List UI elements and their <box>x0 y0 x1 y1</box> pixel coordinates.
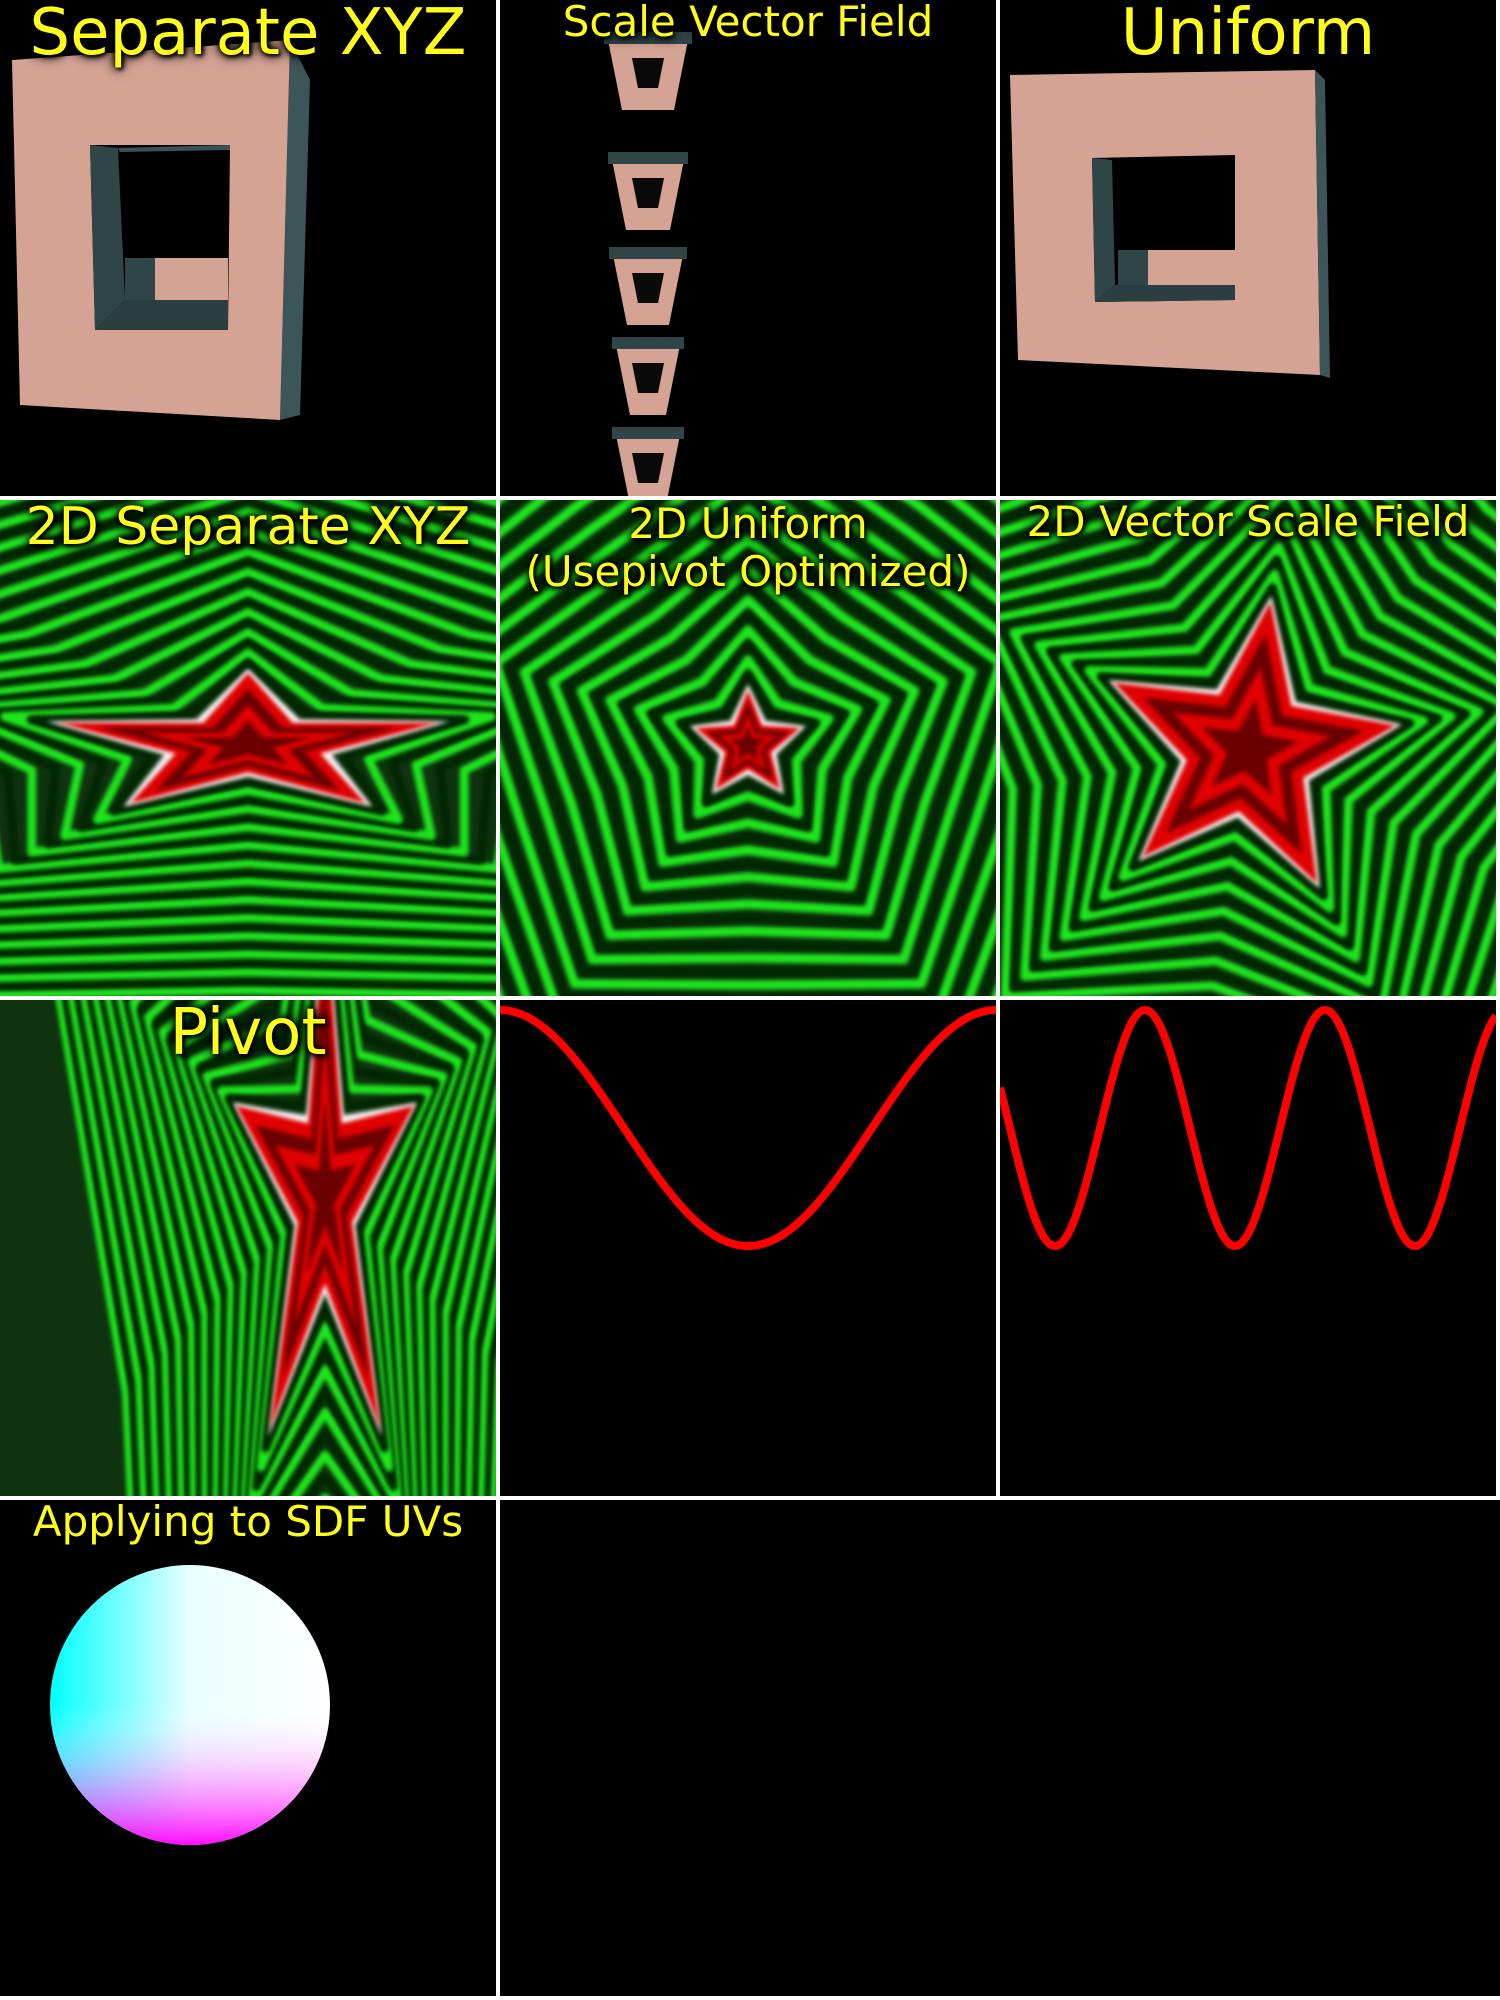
panel-label: Uniform <box>1120 0 1376 70</box>
box-segment-top <box>609 247 687 259</box>
sdf-star-stretched <box>0 500 496 996</box>
panel-label: 2D Vector Scale Field <box>1026 500 1470 546</box>
panel-label: Applying to SDF UVs <box>32 1500 464 1546</box>
box-segment-top <box>612 337 684 349</box>
panel-label: Pivot <box>169 1000 327 1070</box>
stacked-boxes-render <box>604 32 692 496</box>
sdf-star-pivot <box>0 1000 496 1496</box>
panel-sdf-uvs: Applying to SDF UVs <box>0 1500 496 1996</box>
panel-wave-single <box>500 1000 996 1496</box>
panel-empty <box>500 1500 1500 1996</box>
panel-2d-separate-xyz: 2D Separate XYZ <box>0 500 496 996</box>
sine-wave <box>500 1006 996 1250</box>
panel-separate-xyz: Separate XYZ <box>0 0 496 496</box>
panel-wave-multi <box>1000 1000 1496 1496</box>
panel-label: 2D Separate XYZ <box>25 500 471 557</box>
sine-wave <box>1000 1006 1496 1250</box>
hollow-box-render <box>1010 70 1330 378</box>
sdf-star-skewed <box>1000 500 1496 996</box>
box-segment-top <box>608 152 688 164</box>
panel-uniform: Uniform <box>1000 0 1496 496</box>
panel-label-line2: (Usepivot Optimized) <box>525 547 971 596</box>
panel-2d-uniform: 2D Uniform (Usepivot Optimized) <box>500 500 996 996</box>
panel-label: 2D Uniform (Usepivot Optimized) <box>500 500 996 596</box>
panel-scale-vector-field: Scale Vector Field <box>500 0 996 496</box>
box-segment-top <box>612 427 684 439</box>
panel-label: Separate XYZ <box>29 0 467 70</box>
panel-label-line1: 2D Uniform <box>628 500 868 548</box>
panel-2d-vector-scale-field: 2D Vector Scale Field <box>1000 500 1496 996</box>
render-grid: Separate XYZ Scale Vector Field Uniform … <box>0 0 1500 2000</box>
panel-label: Scale Vector Field <box>562 0 934 46</box>
uv-sphere <box>50 1565 330 1845</box>
panel-pivot: Pivot <box>0 1000 496 1496</box>
hollow-box-render <box>12 40 310 420</box>
